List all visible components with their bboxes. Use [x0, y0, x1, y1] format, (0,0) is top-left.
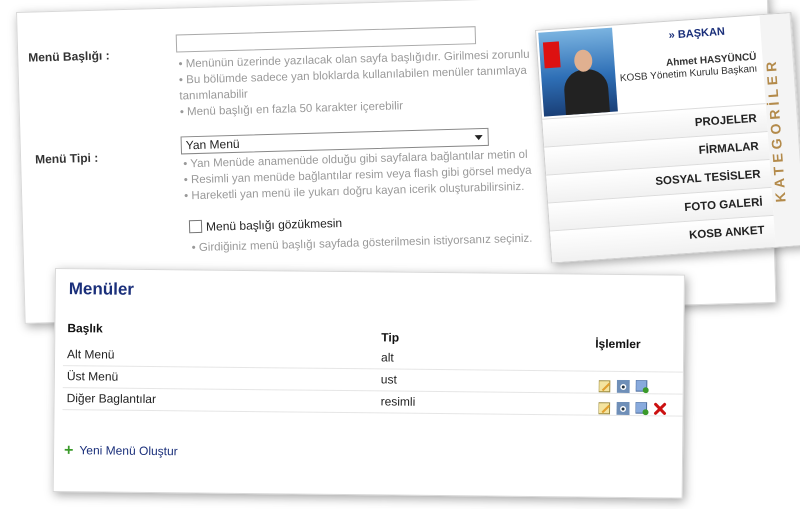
- preview-icon[interactable]: [616, 402, 630, 416]
- add-item-icon[interactable]: [635, 402, 649, 416]
- double-chevron-right-icon: »: [668, 29, 676, 42]
- menu-name: Alt Menü: [67, 347, 115, 362]
- create-menu-link[interactable]: + Yeni Menü Oluştur: [64, 442, 178, 461]
- president-info: Ahmet HASYÜNCÜ KOSB Yönetim Kurulu Başka…: [616, 52, 758, 86]
- column-header-baslik: Başlık: [67, 321, 103, 336]
- menu-type: ust: [380, 372, 397, 387]
- hide-title-hint: • Girdiğiniz menü başlığı sayfada göster…: [191, 232, 533, 255]
- baskan-link[interactable]: » BAŞKAN: [668, 26, 725, 42]
- plus-icon: +: [63, 442, 74, 460]
- delete-icon[interactable]: [654, 403, 667, 416]
- menu-name: Diğer Baglantılar: [66, 391, 157, 407]
- baskan-label: BAŞKAN: [677, 25, 726, 42]
- flag-image: [542, 41, 561, 69]
- page-title: Menüler: [68, 279, 135, 299]
- menu-type: alt: [381, 350, 394, 365]
- menu-type-label: Menü Tipi :: [34, 150, 99, 167]
- preview-icon[interactable]: [617, 380, 631, 394]
- edit-icon[interactable]: [598, 402, 611, 415]
- menu-type: resimli: [380, 394, 416, 409]
- hide-title-option[interactable]: Menü başlığı gözükmesin: [188, 215, 343, 234]
- add-item-icon[interactable]: [635, 380, 649, 394]
- hide-title-label: Menü başlığı gözükmesin: [205, 215, 343, 234]
- row-actions: [598, 379, 651, 394]
- menu-title-label: Menü Başlığı :: [28, 48, 110, 65]
- menu-type-selected: Yan Menü: [185, 136, 240, 153]
- column-header-tip: Tip: [381, 330, 400, 345]
- sidebar-preview-card: » BAŞKAN Ahmet HASYÜNCÜ KOSB Yönetim Kur…: [535, 12, 800, 264]
- chevron-down-icon: [474, 135, 483, 141]
- menu-name: Üst Menü: [66, 369, 119, 384]
- create-menu-label: Yeni Menü Oluştur: [79, 443, 178, 459]
- president-photo: [538, 27, 618, 117]
- edit-icon[interactable]: [598, 380, 612, 393]
- row-actions: [598, 401, 668, 416]
- menu-list-card: Menüler Başlık Tip İşlemler Alt Menü alt…: [52, 268, 685, 499]
- hide-title-checkbox[interactable]: [188, 219, 203, 234]
- menu-title-hint-3: tanımlanabilir: [179, 88, 248, 103]
